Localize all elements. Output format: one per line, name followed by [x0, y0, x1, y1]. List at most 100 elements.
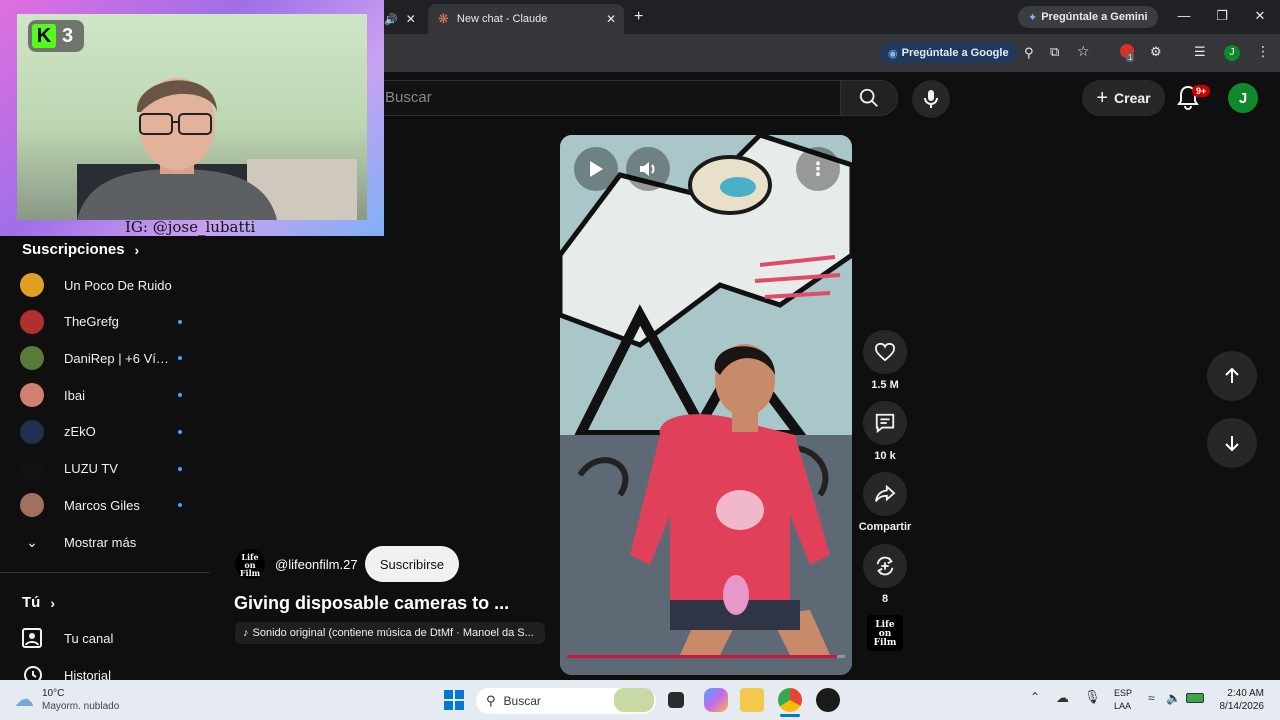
play-button[interactable] — [574, 147, 618, 191]
search-highlight-image[interactable] — [614, 688, 654, 712]
microphone-icon[interactable]: 🎙 — [1084, 689, 1101, 705]
sidebar-subscription-item[interactable]: TheGrefg — [20, 307, 190, 337]
ask-google-button[interactable]: ◉ Pregúntale a Google — [880, 43, 1017, 63]
zoom-icon[interactable]: ⚲ — [1024, 45, 1034, 61]
profile-avatar[interactable]: J — [1224, 45, 1240, 61]
language-indicator-line2[interactable]: LAA — [1114, 701, 1131, 711]
sound-link[interactable]: ♪ Sonido original (contiene música de Dt… — [235, 622, 545, 644]
sound-label: Sonido original (contiene música de DtMf… — [252, 627, 534, 639]
create-button[interactable]: + Crear — [1082, 80, 1165, 116]
copilot-icon[interactable] — [704, 688, 728, 712]
channel-avatar — [20, 273, 44, 297]
wifi-icon[interactable]: ≈ — [1148, 691, 1155, 705]
comment-count: 10 k — [874, 450, 896, 462]
weather-icon[interactable]: ☁ — [14, 687, 34, 712]
volume-icon[interactable]: 🔈 — [1166, 691, 1181, 705]
search-input[interactable]: Buscar — [340, 80, 840, 116]
chrome-menu-icon[interactable]: ⋮ — [1256, 43, 1270, 60]
share-button[interactable] — [863, 472, 907, 516]
channel-handle[interactable]: @lifeonfilm.27 — [275, 557, 358, 572]
onedrive-icon[interactable]: ☁ — [1056, 690, 1069, 706]
subscriptions-header[interactable]: Suscripciones › — [22, 241, 139, 258]
install-app-icon[interactable]: ⧉ — [1050, 44, 1059, 60]
show-more-label: Mostrar más — [64, 534, 137, 550]
comments-button[interactable] — [863, 401, 907, 445]
battery-icon[interactable] — [1186, 693, 1204, 703]
voice-search-button[interactable] — [912, 80, 950, 118]
new-tab-button[interactable]: + — [634, 8, 643, 26]
heart-icon — [874, 342, 896, 362]
file-explorer-icon[interactable] — [740, 688, 764, 712]
task-view-icon[interactable] — [668, 692, 684, 708]
weather-temp[interactable]: 10°C — [42, 688, 64, 699]
like-count: 1.5 M — [871, 379, 899, 391]
bookmark-star-icon[interactable]: ☆ — [1077, 43, 1090, 60]
more-options-button[interactable]: ⋮ — [796, 147, 840, 191]
tab-label: New chat - Claude — [456, 13, 548, 25]
share-label: Compartir — [858, 521, 912, 533]
volume-button[interactable] — [626, 147, 670, 191]
maximize-button[interactable]: ❐ — [1212, 8, 1232, 24]
close-icon[interactable]: ✕ — [406, 12, 416, 26]
channel-sound-thumbnail[interactable]: Life on Film — [867, 615, 903, 651]
language-indicator-line1[interactable]: ESP — [1114, 688, 1132, 698]
kick-viewer-badge: K 3 — [28, 20, 84, 52]
sidebar-divider — [0, 572, 210, 573]
gemini-button[interactable]: ✦ Pregúntale a Gemini — [1018, 6, 1158, 28]
channel-avatar[interactable]: Life on Film — [235, 549, 265, 579]
subscription-name: TheGrefg — [64, 314, 119, 330]
claude-icon: ❋ — [438, 11, 449, 26]
subscriptions-title: Suscripciones — [22, 241, 125, 258]
window-close-button[interactable]: ✕ — [1250, 8, 1270, 24]
subscribe-button[interactable]: Suscribirse — [365, 546, 459, 582]
extensions-puzzle-icon[interactable]: ⚙ — [1150, 44, 1162, 60]
chevron-right-icon: › — [50, 594, 55, 611]
tab-youtube[interactable]: 🔊 ✕ — [384, 4, 426, 34]
kick-viewer-count: 3 — [62, 24, 74, 47]
sidebar-subscription-item[interactable]: Un Poco De Ruido — [20, 270, 190, 300]
show-more-button[interactable]: ⌄ Mostrar más — [20, 527, 190, 557]
gemini-label: Pregúntale a Gemini — [1041, 11, 1148, 23]
weather-description[interactable]: Mayorm. nublado — [42, 701, 119, 712]
clock-time[interactable]: 2:40 AM — [1222, 688, 1264, 699]
notifications-badge: 9+ — [1192, 85, 1211, 97]
sidebar-subscription-item[interactable]: zEkO — [20, 417, 190, 447]
taskbar-search-label: Buscar — [503, 694, 541, 708]
remix-icon — [876, 556, 894, 576]
sidebar-subscription-item[interactable]: DaniRep | +6 Vídeos Diarios De Fútbol — [20, 343, 190, 373]
media-control-icon[interactable]: ☰ — [1194, 44, 1206, 60]
account-avatar[interactable]: J — [1228, 83, 1258, 113]
channel-avatar — [20, 309, 44, 334]
progress-bar-fill — [567, 655, 837, 658]
chrome-taskbar-icon[interactable] — [778, 688, 802, 712]
short-video-player[interactable]: ⋮ — [560, 135, 852, 675]
kick-logo: K — [32, 24, 56, 48]
subscription-name: DaniRep | +6 Vídeos Diarios De Fútbol — [64, 350, 190, 366]
remix-button[interactable] — [863, 544, 907, 588]
search-button[interactable] — [840, 80, 898, 116]
minimize-button[interactable]: — — [1174, 8, 1194, 23]
sidebar-subscription-item[interactable]: LUZU TV — [20, 454, 190, 484]
subscription-name: LUZU TV — [64, 461, 118, 476]
chevron-up-icon[interactable]: ⌃ — [1030, 690, 1040, 704]
microphone-icon — [924, 90, 938, 108]
plus-icon: + — [1096, 86, 1109, 109]
you-section-header[interactable]: Tú › — [22, 594, 55, 611]
next-short-button[interactable] — [1207, 418, 1257, 468]
like-button[interactable] — [863, 330, 907, 374]
tab-claude[interactable]: ❋ New chat - Claude ✕ — [428, 4, 624, 34]
comment-icon — [875, 413, 895, 434]
share-icon — [875, 484, 896, 502]
app-taskbar-icon[interactable] — [816, 688, 840, 712]
sidebar-subscription-item[interactable]: Ibai — [20, 380, 190, 410]
clock-date[interactable]: 8/14/2026 — [1212, 701, 1265, 712]
sidebar-subscription-item[interactable]: Marcos Giles — [20, 490, 190, 520]
previous-short-button[interactable] — [1207, 351, 1257, 401]
sidebar-item-your-channel[interactable]: Tu canal — [20, 623, 190, 653]
webcam-handle-text: IG: @jose_lubatti — [125, 218, 256, 236]
video-title[interactable]: Giving disposable cameras to ... — [234, 593, 509, 614]
channel-avatar — [20, 383, 44, 408]
close-icon[interactable]: ✕ — [606, 12, 616, 26]
arrow-down-icon — [1225, 436, 1239, 452]
start-button[interactable] — [444, 690, 464, 710]
